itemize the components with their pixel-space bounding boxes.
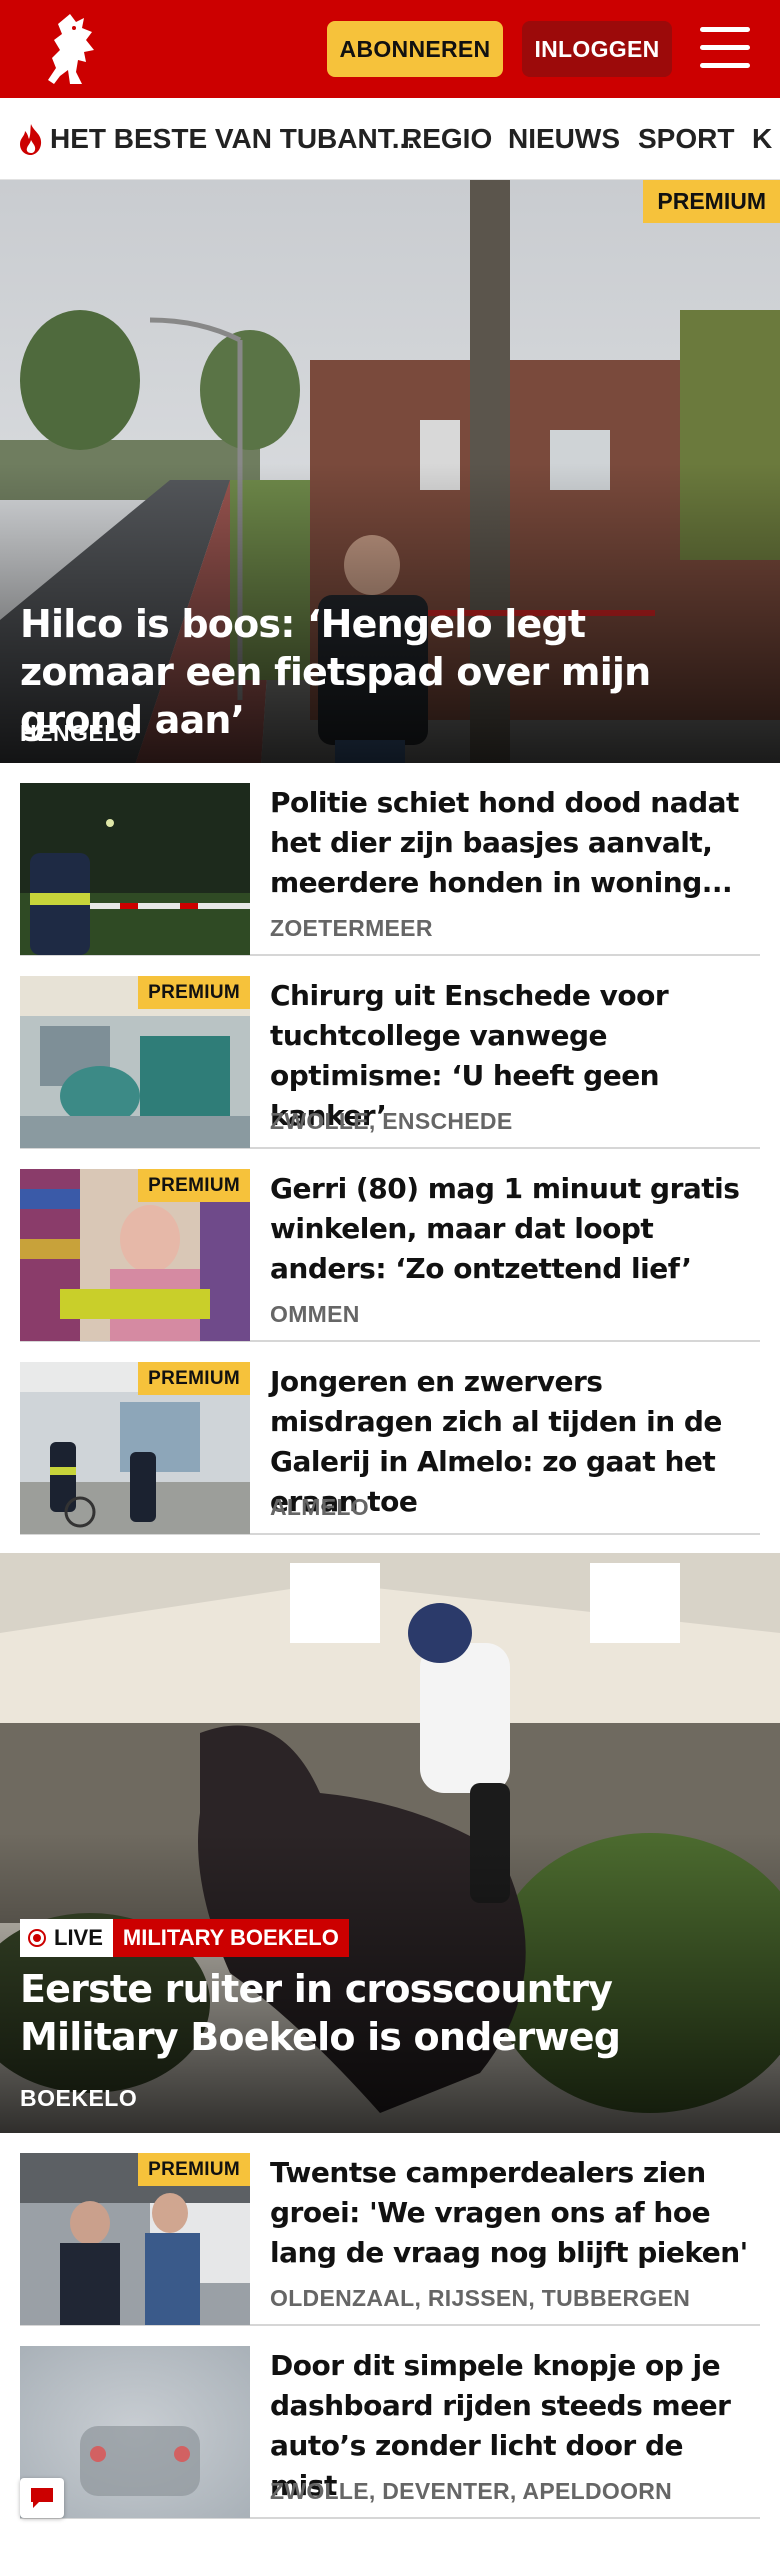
article-item[interactable]: PREMIUM Jongeren en zwervers misdragen z… — [20, 1342, 760, 1535]
article-location: ZWOLLE, ENSCHEDE — [270, 1108, 513, 1134]
article-location: OLDENZAAL, RIJSSEN, TUBBERGEN — [270, 2285, 691, 2311]
article-item[interactable]: Door dit simpele knopje op je dashboard … — [20, 2326, 760, 2519]
hamburger-menu-icon[interactable] — [700, 27, 750, 71]
login-button[interactable]: INLOGGEN — [522, 21, 672, 77]
hero-overlay: Hilco is boos: ‘Hengelo legt zomaar een … — [0, 180, 780, 763]
nav-item-regio[interactable]: REGIO — [402, 98, 492, 179]
article-location: ZOETERMEER — [270, 915, 433, 941]
premium-badge: PREMIUM — [138, 976, 250, 1009]
hero-location: HENGELO — [20, 720, 138, 746]
tubantia-logo[interactable] — [40, 10, 104, 88]
live-label-group: LIVE MILITARY BOEKELO — [20, 1919, 349, 1957]
chat-bubble-icon[interactable] — [20, 2478, 64, 2518]
live-label: LIVE — [54, 1925, 103, 1950]
article-item[interactable]: PREMIUM Twentse camperdealers zien groei… — [20, 2133, 760, 2326]
article-location: ALMELO — [270, 1494, 369, 1520]
article-thumbnail — [20, 783, 250, 955]
premium-badge: PREMIUM — [138, 1362, 250, 1395]
article-title[interactable]: Twentse camperdealers zien groei: 'We vr… — [270, 2153, 750, 2273]
nav-item-best-of[interactable]: HET BESTE VAN TUBANT... — [16, 98, 416, 179]
premium-badge: PREMIUM — [138, 2153, 250, 2186]
live-indicator: LIVE — [20, 1919, 113, 1957]
article-list-2: PREMIUM Twentse camperdealers zien groei… — [0, 2133, 780, 2519]
article-title[interactable]: Gerri (80) mag 1 minuut gratis winkelen,… — [270, 1169, 750, 1289]
section-nav: HET BESTE VAN TUBANT... REGIO NIEUWS SPO… — [0, 98, 780, 180]
article-thumbnail: PREMIUM — [20, 2153, 250, 2325]
nav-item-sport[interactable]: SPORT — [638, 98, 734, 179]
article-item[interactable]: Politie schiet hond dood nadat het dier … — [20, 763, 760, 956]
flame-icon — [20, 124, 42, 155]
subscribe-button[interactable]: ABONNEREN — [327, 21, 503, 77]
article-item[interactable]: PREMIUM Chirurg uit Enschede voor tuchtc… — [20, 956, 760, 1149]
article-list: Politie schiet hond dood nadat het dier … — [0, 763, 780, 1535]
article-location: ZWOLLE, DEVENTER, APELDOORN — [270, 2478, 673, 2504]
nav-item-label: HET BESTE VAN TUBANT... — [50, 123, 416, 154]
nav-item-more[interactable]: K — [752, 98, 772, 179]
live-dot-icon — [28, 1929, 46, 1947]
article-thumbnail: PREMIUM — [20, 1362, 250, 1534]
premium-badge: PREMIUM — [138, 1169, 250, 1202]
article-title[interactable]: Politie schiet hond dood nadat het dier … — [270, 783, 750, 903]
site-header: ABONNEREN INLOGGEN — [0, 0, 780, 98]
nav-item-nieuws[interactable]: NIEUWS — [508, 98, 620, 179]
live-hero-article[interactable]: LIVE MILITARY BOEKELO Eerste ruiter in c… — [0, 1553, 780, 2133]
article-thumbnail: PREMIUM — [20, 1169, 250, 1341]
live-hero-location: BOEKELO — [20, 2085, 138, 2111]
article-thumbnail: PREMIUM — [20, 976, 250, 1148]
topic-tag[interactable]: MILITARY BOEKELO — [112, 1919, 349, 1957]
article-item[interactable]: PREMIUM Gerri (80) mag 1 minuut gratis w… — [20, 1149, 760, 1342]
live-hero-title[interactable]: Eerste ruiter in crosscountry Military B… — [20, 1965, 750, 2061]
article-location: OMMEN — [270, 1301, 360, 1327]
